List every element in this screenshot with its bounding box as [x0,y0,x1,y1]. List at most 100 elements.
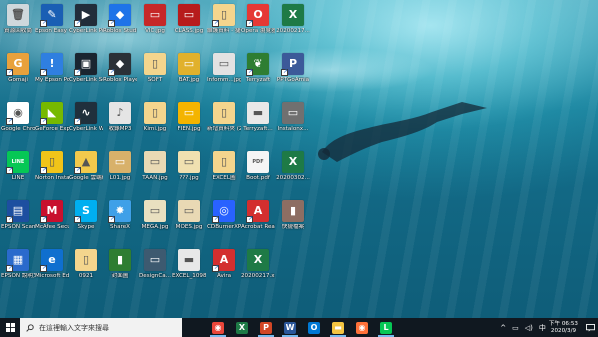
desktop-icon[interactable]: ▮ 封面圖 [103,249,137,280]
desktop-icon[interactable]: ▬ Terryzaft... [241,102,275,133]
desktop-icon[interactable]: ▭ TAAN.jpg [138,151,172,182]
powerpoint-icon: P [260,321,272,334]
taskbar-app-chrome[interactable]: ◉ [206,318,230,337]
desktop-icon-image: ◣ [40,102,63,125]
desktop-icon[interactable]: ▣ CyberLink Screen Re... [69,53,103,84]
desktop-icon[interactable]: ! My Epson Portal [35,53,69,84]
desktop-icon-glyph: ▯ [151,106,159,119]
taskbar-app-excel[interactable]: X [230,318,254,337]
taskbar-app-outlook[interactable]: O [302,318,326,337]
desktop-icon-image: ∿ [74,102,97,125]
ime-indicator[interactable]: 中 [539,323,546,333]
desktop-icon[interactable]: PDF Boot.pdf [241,151,275,182]
desktop-icon[interactable]: ▭ Infomm...jpg [207,53,241,84]
search-box[interactable]: 在這裡輸入文字來搜尋 [20,318,182,337]
desktop-icon[interactable]: ▯ SOFT [138,53,172,84]
desktop-icon-glyph: ▣ [80,57,92,70]
desktop-icon[interactable]: ▤ EPSON Scan [1,200,35,231]
desktop-icon[interactable]: X 20200302... [276,151,310,182]
desktop-icon-label: 快捷檔案 [281,224,305,230]
desktop-icon[interactable]: X 20200217.x... [241,249,275,280]
desktop-icon-glyph: PDF [252,159,264,165]
desktop-icon[interactable]: P PPTGoAmia [276,53,310,84]
desktop-icon[interactable]: ▭ VIC.jpg [138,4,172,35]
volume-icon[interactable]: ◁) [525,324,533,332]
desktop-icon-label: Roblox Studio [103,28,137,34]
taskbar-app-powerpoint[interactable]: P [254,318,278,337]
desktop-icon[interactable]: ▭ FIEN.jpg [172,102,206,133]
desktop-icon[interactable]: ▭ BAT.jpg [172,53,206,84]
desktop-icon[interactable]: ♪ 收錄MP3 [103,102,137,133]
start-button[interactable] [0,318,20,337]
desktop-icon[interactable]: ▯ Kimi.jpg [138,102,172,133]
desktop-icon[interactable]: A Acrobat Reader DC [241,200,275,231]
desktop-icon[interactable]: ▬ EXCEL_1098... [172,249,206,280]
desktop-icon[interactable]: M McAfee Security... [35,200,69,231]
desktop-icon-label: Roblox Player [103,77,137,83]
desktop-icon[interactable]: ✸ ShareX [103,200,137,231]
desktop-icon-image: ▤ [6,200,29,223]
wallpaper-diver-icon [318,102,487,162]
desktop-icon[interactable]: ▯ Norton Installation [35,151,69,182]
desktop-icon[interactable]: e Microsoft Edge [35,249,69,280]
desktop-icon-label: Google Chrome [1,126,35,132]
desktop-icon-image: ▯ [212,4,235,27]
desktop-icon[interactable]: G Gomaji [1,53,35,84]
tray-chevron-icon[interactable]: ^ [500,324,506,332]
desktop-icon-glyph: ▭ [114,155,126,168]
notification-center-button[interactable] [582,318,598,337]
desktop-icon[interactable]: ◣ GeForce Experience [35,102,69,133]
desktop-icon-glyph: ▭ [149,204,161,217]
desktop-icon-glyph: ◆ [115,57,125,70]
desktop-icon-label: Infomm...jpg [207,77,241,83]
desktop-icon[interactable]: A Avira [207,249,241,280]
desktop-icon-image: M [40,200,63,223]
desktop-icon[interactable]: ▭ L01.jpg [103,151,137,182]
desktop-icon-image: S [74,200,97,223]
taskbar-app-firefox[interactable]: ◉ [350,318,374,337]
desktop-icon[interactable]: ▦ EPSON 說明文件 [1,249,35,280]
desktop-icon[interactable]: X 20200217... [276,4,310,35]
desktop-icon-image: ▮ [109,249,131,271]
desktop-icon-image: ▦ [6,249,29,272]
desktop-icon[interactable]: ✎ Epson Easy Photo Print [35,4,69,35]
desktop-icon[interactable]: ▭ ???.jpg [172,151,206,182]
desktop-icon[interactable]: ▯ 新增資料夾 (2) [207,102,241,133]
desktop-icon[interactable]: ▯ EXCEL圖 [207,151,241,182]
network-icon[interactable]: ▭ [512,324,519,332]
excel-icon: X [236,321,248,334]
desktop-icon[interactable]: ◉ Google Chrome [1,102,35,133]
desktop-icon-image: ◆ [108,4,131,27]
desktop-icon[interactable]: ▭ MOES.jpg [172,200,206,231]
desktop-icon[interactable]: ▯ 維護資料 - 捷徑 [207,4,241,35]
desktop-icon[interactable]: ▭ MEGA.jpg [138,200,172,231]
desktop-icon[interactable]: ▲ Google 雲端硬碟 [69,151,103,182]
desktop-icon-label: CyberLink PowerDirec... [69,28,103,34]
desktop-icon[interactable]: O Opera 瀏覽器 [241,4,275,35]
desktop-icon[interactable]: ▭ Instalonx... [276,102,310,133]
desktop-icon-label: EPSON 說明文件 [1,273,35,279]
desktop-icon[interactable]: ▮ 快捷檔案 [276,200,310,231]
desktop-icon[interactable]: ▯ 0921 [69,249,103,280]
desktop-icon[interactable]: ◎ CDBurnerXP [207,200,241,231]
desktop-icon[interactable]: ◆ Roblox Studio [103,4,137,35]
desktop-icon-glyph: ! [49,57,55,70]
desktop-icon-label: FIEN.jpg [177,126,201,132]
taskbar-app-line[interactable]: L [374,318,398,337]
desktop-icon[interactable]: ❦ Terryzaft [241,53,275,84]
clock[interactable]: 下午 06:53 2020/3/9 [549,321,578,335]
taskbar-app-file-explorer[interactable]: ▬ [326,318,350,337]
desktop-icon-label: TAAN.jpg [142,175,168,181]
desktop-icon[interactable]: LINE LINE [1,151,35,182]
desktop-icon[interactable]: ∿ CyberLink WaveEdit... [69,102,103,133]
desktop-icon[interactable]: ▭ DesignCa... [138,249,172,280]
desktop-icon[interactable]: ◆ Roblox Player [103,53,137,84]
desktop-icon-glyph: ▤ [12,204,24,217]
taskbar-app-word[interactable]: W [278,318,302,337]
desktop-icon-label: ???.jpg [179,175,199,181]
clock-time: 下午 06:53 [548,320,578,327]
desktop-icon[interactable]: 🗑 資源回收筒 [1,4,35,35]
desktop-icon[interactable]: ▭ CLASS.jpg [172,4,206,35]
desktop-icon[interactable]: ▶ CyberLink PowerDirec... [69,4,103,35]
desktop-icon[interactable]: S Skype [69,200,103,231]
